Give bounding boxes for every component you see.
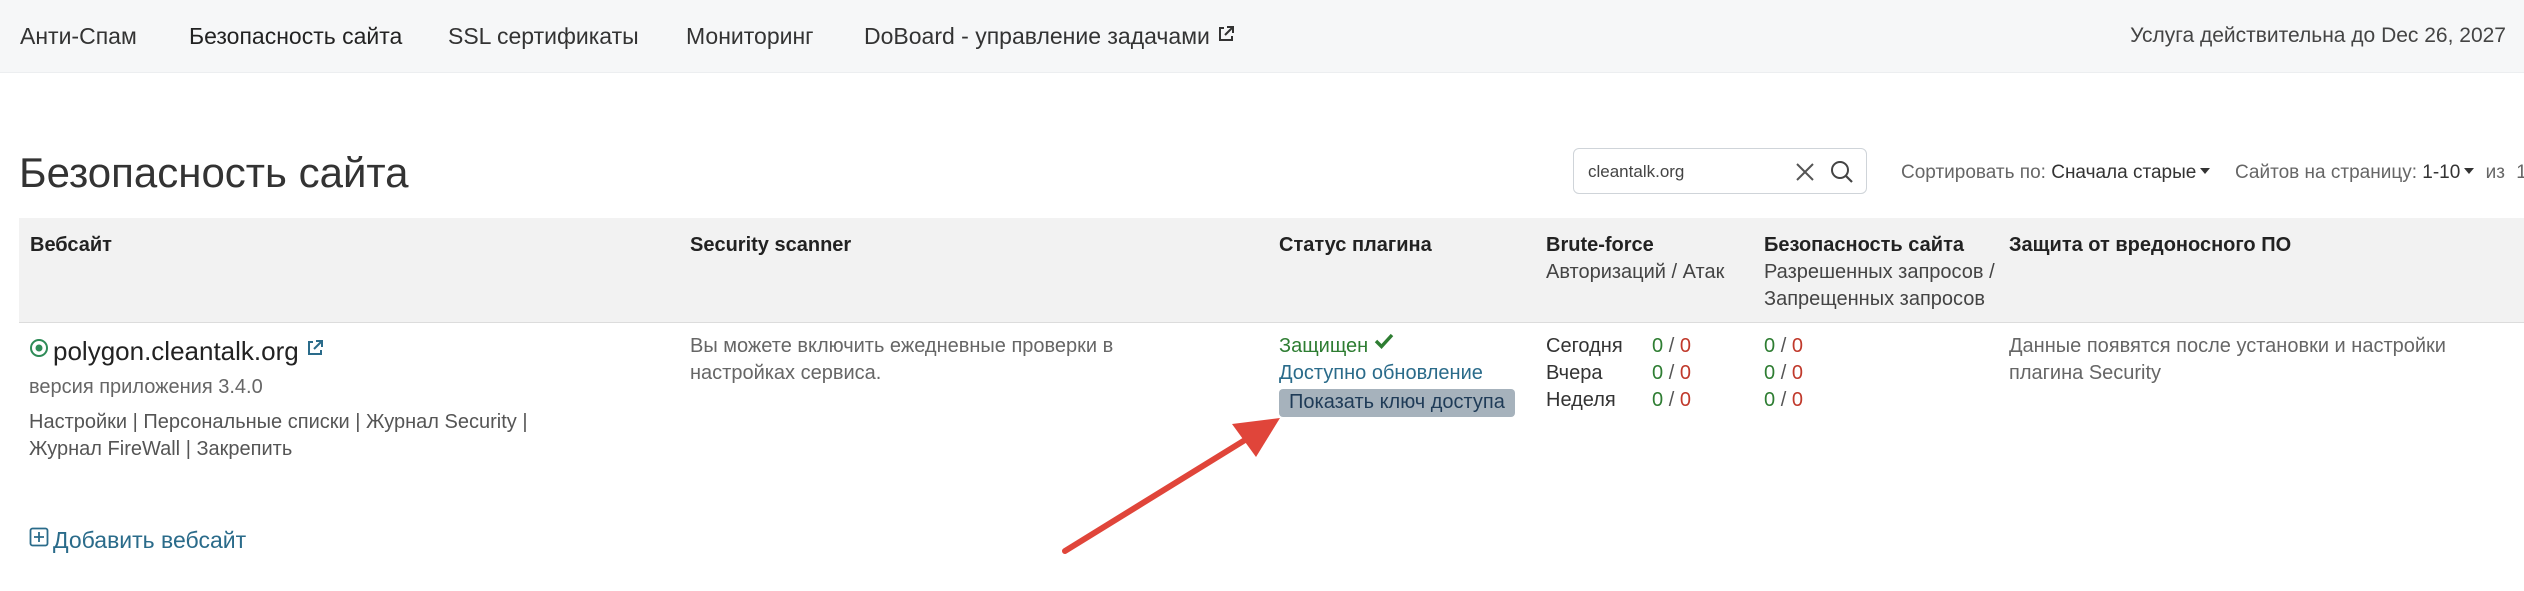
security-today: 0 / 0 [1764, 335, 1803, 357]
personal-lists-link[interactable]: Персональные списки [143, 411, 349, 433]
security-log-link[interactable]: Журнал Security [366, 411, 517, 433]
search-input[interactable] [1588, 159, 1778, 185]
status-protected: Защищен [1279, 335, 1369, 357]
per-page-label: Сайтов на страницу: [2235, 162, 2417, 183]
settings-link[interactable]: Настройки [29, 411, 127, 433]
malware-text-line-1: Данные появятся после установки и настро… [2009, 335, 2446, 357]
security-yesterday: 0 / 0 [1764, 362, 1803, 384]
header-malware-protection: Защита от вредоносного ПО [2009, 234, 2292, 256]
plugin-status-cell: Защищен Доступно обновление Показать клю… [1279, 333, 1515, 417]
link-separator: | [132, 411, 138, 433]
external-link-icon[interactable] [305, 338, 325, 366]
site-links-line-1: Настройки | Персональные списки | Журнал… [29, 409, 528, 436]
per-page-value: 1-10 [2422, 162, 2461, 183]
nav-item-anti-spam[interactable]: Анти-Спам [20, 22, 137, 50]
checkmark-icon [1374, 331, 1394, 358]
site-cell: polygon.cleantalk.org версия приложения … [29, 336, 528, 463]
sort-dropdown[interactable]: Сначала старые [2051, 162, 2211, 183]
bruteforce-week: 0 / 0 [1652, 389, 1691, 411]
period-yesterday: Вчера [1546, 362, 1603, 384]
search-icon[interactable] [1829, 159, 1855, 185]
caret-down-icon [2200, 168, 2211, 175]
bruteforce-today: 0 / 0 [1652, 335, 1691, 357]
nav-item-site-security[interactable]: Безопасность сайта [189, 22, 402, 50]
app-version: версия приложения 3.4.0 [29, 376, 263, 398]
malware-cell: Данные появятся после установки и настро… [2009, 333, 2446, 387]
bruteforce-yesterday: 0 / 0 [1652, 362, 1691, 384]
sort-control: Сортировать по: Сначала старые [1901, 162, 2211, 184]
add-website-label: Добавить вебсайт [53, 527, 247, 553]
nav-item-doboard[interactable]: DoBoard - управление задачами [864, 22, 1236, 50]
show-access-key-button[interactable]: Показать ключ доступа [1279, 389, 1515, 417]
header-security-sub-1: Разрешенных запросов / [1764, 261, 1995, 283]
site-status-icon [29, 338, 49, 366]
scanner-text-line-1: Вы можете включить ежедневные проверки в [690, 335, 1114, 357]
scanner-text-line-2: настройках сервиса. [690, 362, 882, 384]
site-links-line-2: Журнал FireWall | Закрепить [29, 436, 528, 463]
per-page-dropdown[interactable]: 1-10 [2422, 162, 2475, 183]
header-bruteforce: Brute-force Авторизаций / Атак [1546, 232, 1724, 286]
link-separator: | [522, 411, 528, 433]
site-name-link[interactable]: polygon.cleantalk.org [53, 336, 299, 366]
firewall-log-link[interactable]: Журнал FireWall [29, 438, 180, 460]
link-separator: | [185, 438, 191, 460]
link-separator: | [355, 411, 361, 433]
sort-label: Сортировать по: [1901, 162, 2046, 183]
header-bruteforce-sub: Авторизаций / Атак [1546, 261, 1725, 283]
sort-value: Сначала старые [2051, 162, 2197, 183]
page-title: Безопасность сайта [19, 149, 409, 196]
header-security-sub-2: Запрещенных запросов [1764, 288, 1985, 310]
header-security-scanner: Security scanner [690, 234, 852, 256]
table-header: Вебсайт Security scanner Статус плагина … [19, 218, 2524, 323]
service-valid-until: Услуга действительна до Dec 26, 2027 [2130, 24, 2506, 47]
search-box [1573, 148, 1867, 194]
period-week: Неделя [1546, 389, 1616, 411]
nav-item-ssl[interactable]: SSL сертификаты [448, 22, 639, 50]
external-link-icon [1216, 22, 1236, 50]
total-count: 1 [2516, 162, 2524, 183]
scanner-cell: Вы можете включить ежедневные проверки в… [690, 333, 1113, 387]
top-navigation: Анти-Спам Безопасность сайта SSL сертифи… [0, 0, 2524, 73]
nav-item-monitoring[interactable]: Мониторинг [686, 22, 814, 50]
of-label: из [2485, 162, 2505, 183]
period-today: Сегодня [1546, 335, 1623, 357]
header-site-security: Безопасность сайта Разрешенных запросов /… [1764, 232, 1995, 313]
add-website-button[interactable]: Добавить вебсайт [29, 527, 246, 554]
per-page-control: Сайтов на страницу: 1-10 из 1 [2235, 162, 2524, 184]
plus-square-icon [29, 526, 49, 553]
caret-down-icon [2464, 168, 2475, 175]
update-available-link[interactable]: Доступно обновление [1279, 362, 1483, 384]
clear-search-icon[interactable] [1794, 161, 1816, 183]
pin-link[interactable]: Закрепить [196, 438, 292, 460]
header-plugin-status: Статус плагина [1279, 234, 1432, 256]
nav-item-doboard-label: DoBoard - управление задачами [864, 23, 1210, 49]
malware-text-line-2: плагина Security [2009, 362, 2162, 384]
header-website: Вебсайт [30, 234, 112, 256]
security-week: 0 / 0 [1764, 389, 1803, 411]
